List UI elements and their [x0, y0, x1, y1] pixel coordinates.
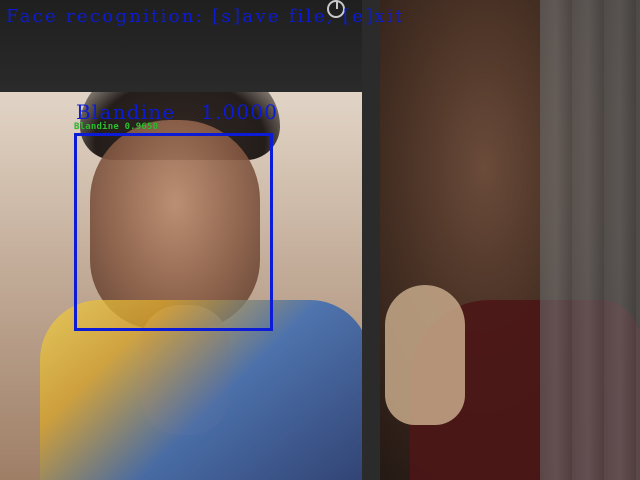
face-secondary-label: Blandine 0.9650	[74, 122, 159, 132]
face-name: Blandine	[76, 100, 176, 124]
person-right-hand	[385, 285, 465, 425]
face-label: Blandine 1.0000	[76, 100, 278, 124]
camera-feed: Face recognition: [s]ave file, [e]xit Bl…	[0, 0, 640, 480]
overlay-title: Face recognition: [s]ave file, [e]xit	[6, 6, 405, 27]
curtain	[540, 0, 640, 480]
face-bounding-box	[74, 133, 273, 331]
face-score: 1.0000	[200, 100, 279, 124]
